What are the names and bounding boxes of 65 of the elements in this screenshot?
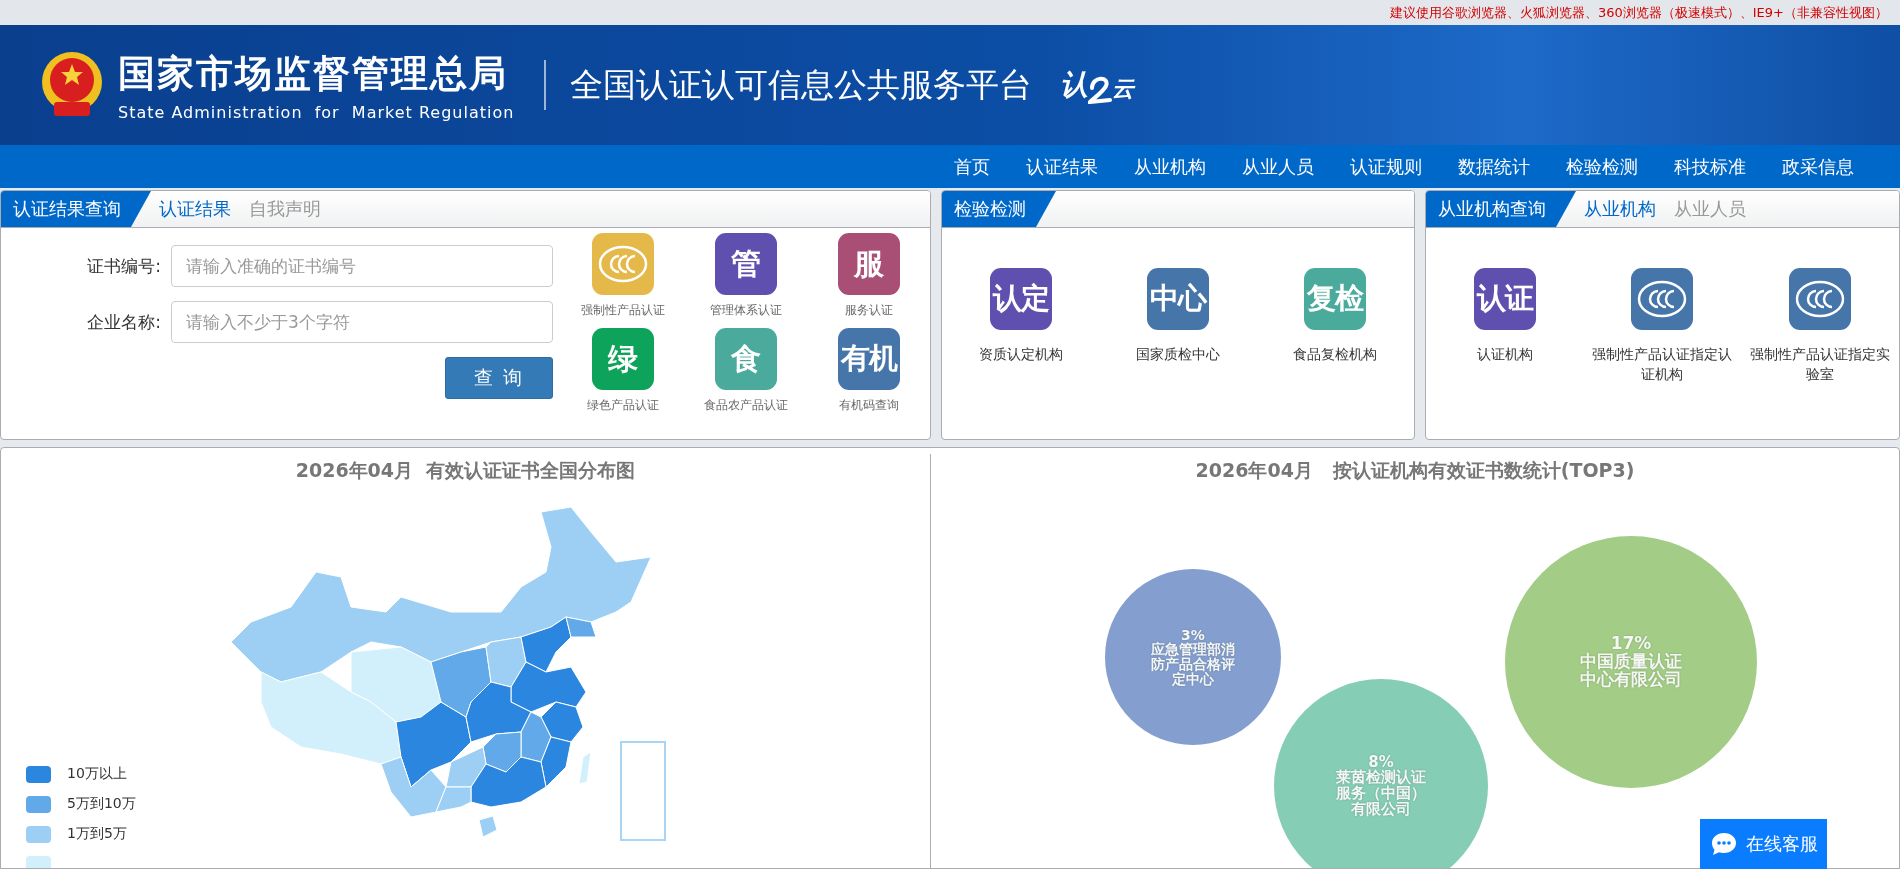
nav-link[interactable]: 认证结果 bbox=[1008, 154, 1116, 179]
bubble-percent: 17% bbox=[1610, 635, 1652, 654]
tile-label-link[interactable]: 绿色产品认证 bbox=[586, 397, 659, 415]
tile-label-link[interactable]: 认证机构 bbox=[1476, 344, 1533, 365]
tile-button[interactable]: 复检 bbox=[1304, 268, 1367, 330]
ccc-icon bbox=[1637, 279, 1688, 319]
nav-link[interactable]: 检验检测 bbox=[1548, 154, 1656, 179]
swirl-icon bbox=[1088, 74, 1113, 104]
ccc-tile-button[interactable] bbox=[591, 233, 654, 295]
nav-link[interactable]: 科技标准 bbox=[1656, 154, 1764, 179]
panel-title: 认证结果查询 bbox=[1, 191, 151, 227]
input-field[interactable]: 请输入不少于3个字符 bbox=[171, 301, 553, 343]
tile-button[interactable]: 绿 bbox=[591, 328, 654, 391]
logo-text: 认 bbox=[1060, 67, 1089, 103]
bubble-label: 中国质量认证中心有限公司 bbox=[1579, 653, 1683, 689]
panel-title: 从业机构查询 bbox=[1426, 191, 1576, 227]
tile-label-link[interactable]: 强制性产品认证指定实验室 bbox=[1745, 344, 1896, 385]
logo-text: 云 bbox=[1112, 75, 1135, 103]
nav-link[interactable]: 从业人员 bbox=[1224, 154, 1332, 179]
legend-label: 10万以上 bbox=[67, 765, 127, 783]
nav-link[interactable]: 从业机构 bbox=[1116, 154, 1224, 179]
nav-link[interactable]: 认证规则 bbox=[1332, 154, 1440, 179]
bubble-label: 莱茵检测认证服务（中国）有限公司 bbox=[1335, 770, 1427, 818]
tab[interactable]: 从业机构 bbox=[1584, 197, 1656, 221]
tile-button[interactable]: 认定 bbox=[989, 268, 1052, 330]
field-label: 企业名称: bbox=[86, 310, 162, 334]
tile-button[interactable]: 服 bbox=[837, 233, 900, 295]
input-field[interactable]: 请输入准确的证书编号 bbox=[171, 245, 553, 287]
tile-button[interactable]: 认证 bbox=[1473, 268, 1536, 330]
tile-button[interactable]: 食 bbox=[714, 328, 777, 391]
tile-button[interactable]: 有机 bbox=[837, 328, 900, 391]
chart-title: 2026年04月 有效认证证书全国分布图 bbox=[295, 458, 636, 483]
bubble-label: 应急管理部消防产品合格评定中心 bbox=[1151, 642, 1235, 687]
tile-button[interactable]: 中心 bbox=[1147, 268, 1209, 330]
nav-link[interactable]: 数据统计 bbox=[1440, 154, 1548, 179]
tile-label-link[interactable]: 资质认定机构 bbox=[978, 344, 1063, 365]
tile-label-link[interactable]: 食品复检机构 bbox=[1293, 344, 1378, 365]
agency-name: 国家市场监督管理总局 bbox=[118, 50, 509, 97]
query-button[interactable]: 查 询 bbox=[445, 357, 553, 399]
ccc-tile-button[interactable] bbox=[1789, 268, 1852, 330]
bubble-percent: 3% bbox=[1181, 627, 1205, 643]
platform-title: 全国认证认可信息公共服务平台 bbox=[570, 63, 1033, 106]
agency-english-name: State Administration for Market Regulation bbox=[118, 102, 515, 122]
browser-notice: 建议使用谷歌浏览器、火狐浏览器、360浏览器（极速模式）、IE9+（非兼容性视图） bbox=[1389, 3, 1888, 22]
tile-label-link[interactable]: 国家质检中心 bbox=[1136, 344, 1220, 365]
tile-label-link[interactable]: 有机码查询 bbox=[838, 397, 899, 415]
tile-label-link[interactable]: 强制性产品认证 bbox=[580, 302, 665, 320]
tile-label-link[interactable]: 服务认证 bbox=[844, 302, 893, 320]
tile-label-link[interactable]: 食品农产品认证 bbox=[703, 397, 788, 415]
chart-title: 2026年04月 按认证机构有效证书数统计(TOP3) bbox=[1195, 458, 1635, 483]
tile-label-link[interactable]: 管理体系认证 bbox=[709, 302, 782, 320]
ccc-icon bbox=[1795, 279, 1846, 319]
tile-button[interactable]: 管 bbox=[714, 233, 777, 295]
nav-link[interactable]: 首页 bbox=[936, 154, 1008, 179]
tab[interactable]: 认证结果 bbox=[159, 197, 231, 221]
legend-label: 5万到10万 bbox=[67, 795, 136, 813]
ccc-icon bbox=[597, 244, 648, 284]
online-service-button[interactable]: 在线客服 bbox=[1700, 819, 1827, 869]
legend-label: 1万到5万 bbox=[67, 825, 127, 843]
panel-title: 检验检测 bbox=[942, 191, 1056, 227]
field-label: 证书编号: bbox=[86, 254, 162, 278]
nav-link[interactable]: 政采信息 bbox=[1764, 154, 1872, 179]
chat-icon bbox=[1709, 831, 1738, 857]
tile-label-link[interactable]: 强制性产品认证指定认证机构 bbox=[1587, 344, 1738, 385]
ccc-tile-button[interactable] bbox=[1631, 268, 1694, 330]
